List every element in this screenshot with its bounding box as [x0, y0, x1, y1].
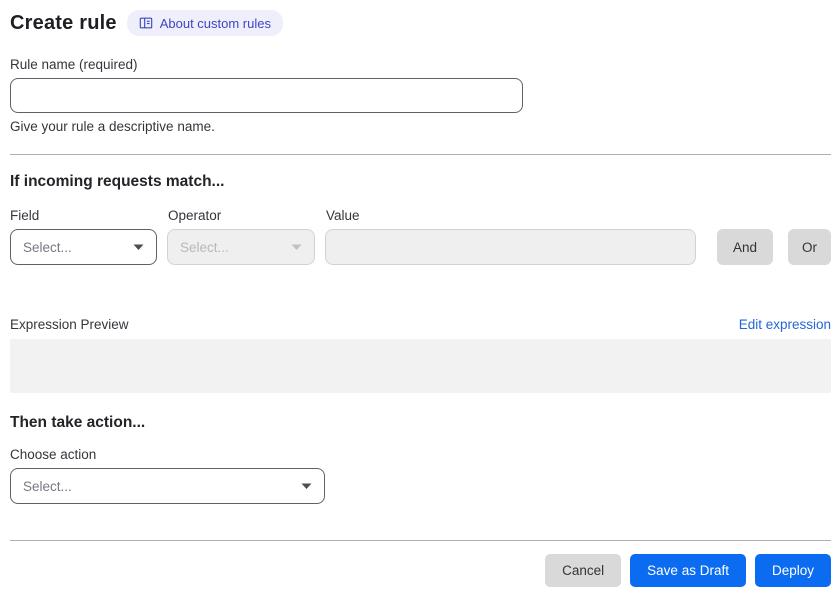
expression-preview-label: Expression Preview — [10, 317, 129, 332]
operator-select[interactable]: Select... — [166, 229, 315, 265]
expression-preview-box — [10, 339, 831, 393]
rule-name-group: Rule name (required) Give your rule a de… — [10, 57, 831, 134]
value-input[interactable] — [324, 229, 696, 265]
expression-preview-row: Expression Preview Edit expression — [10, 317, 831, 332]
operator-label: Operator — [168, 208, 222, 223]
section-divider-bottom — [10, 540, 831, 541]
deploy-button[interactable]: Deploy — [754, 554, 831, 587]
rule-name-input[interactable] — [10, 78, 523, 113]
edit-expression-link[interactable]: Edit expression — [739, 317, 831, 332]
about-custom-rules-link[interactable]: About custom rules — [126, 10, 283, 36]
about-badge-label: About custom rules — [159, 15, 271, 31]
save-as-draft-button[interactable]: Save as Draft — [630, 554, 746, 587]
page-title: Create rule — [10, 11, 117, 34]
choose-action-select[interactable]: Select... — [10, 468, 325, 504]
chevron-down-icon — [133, 244, 144, 251]
match-section-heading: If incoming requests match... — [10, 173, 225, 190]
page-header: Create rule About custom rules — [10, 10, 831, 36]
match-column-labels: Field Operator Value — [10, 208, 831, 223]
field-label: Field — [10, 208, 40, 223]
chevron-down-icon — [301, 483, 312, 490]
operator-select-wrap: Select... — [166, 229, 315, 265]
footer-actions: Cancel Save as Draft Deploy — [10, 554, 831, 587]
action-section-heading: Then take action... — [10, 414, 146, 431]
section-divider-top — [10, 154, 831, 155]
and-button[interactable]: And — [716, 229, 773, 265]
rule-name-label: Rule name (required) — [10, 57, 138, 72]
or-button[interactable]: Or — [788, 229, 831, 265]
rule-name-helper: Give your rule a descriptive name. — [10, 119, 215, 134]
create-rule-page: Create rule About custom rules Rule name… — [0, 0, 839, 587]
book-icon — [139, 16, 153, 30]
choose-action-label: Choose action — [10, 447, 97, 462]
cancel-button[interactable]: Cancel — [545, 554, 622, 587]
match-condition-row: Select... Select... And Or — [10, 229, 831, 265]
choose-action-value: Select... — [23, 478, 72, 494]
operator-select-value: Select... — [179, 239, 229, 255]
field-select[interactable]: Select... — [10, 229, 157, 265]
value-label: Value — [326, 208, 360, 223]
chevron-down-icon — [291, 244, 302, 251]
field-select-value: Select... — [23, 239, 72, 255]
